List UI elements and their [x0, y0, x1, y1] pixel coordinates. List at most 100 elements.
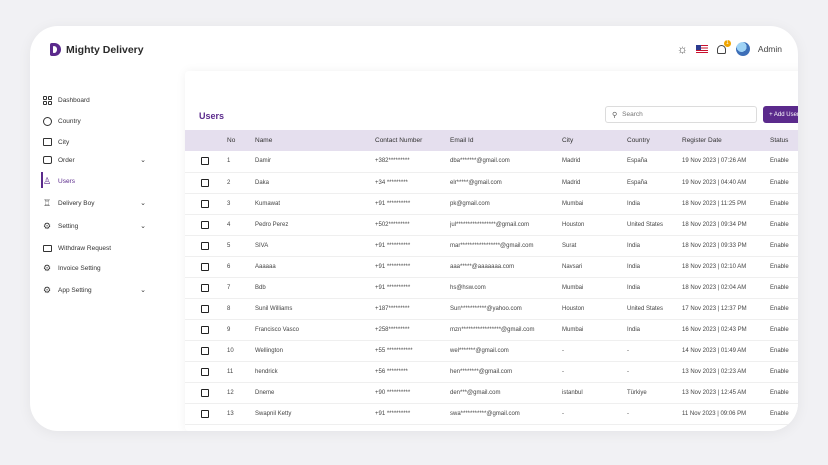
row-checkbox[interactable] [201, 304, 209, 313]
row-checkbox[interactable] [201, 325, 209, 334]
cell-no: 9 [227, 319, 255, 341]
column-header-status[interactable]: Status [770, 130, 798, 151]
cell-status[interactable]: Enable [770, 235, 798, 257]
column-header-city[interactable]: City [562, 130, 627, 151]
cell-email: mar*****************@gmail.com [450, 235, 562, 257]
table-row[interactable]: 1 Damir +382********* dba*******@gmail.com M… [185, 151, 798, 173]
cell-country: España [627, 172, 682, 194]
cell-no: 5 [227, 235, 255, 257]
sidebar-item-setting[interactable]: ⚙ Setting ⌄ [42, 218, 146, 234]
cell-name: Kumawat [255, 193, 375, 215]
row-checkbox[interactable] [201, 220, 209, 229]
column-header-contact[interactable]: Contact Number [375, 130, 450, 151]
table-row[interactable]: 11 hendrick +56 ********* hen********@gmail… [185, 361, 798, 383]
cell-status[interactable]: Enable [770, 151, 798, 173]
table-row[interactable]: 8 Sunil Williams +187********* Sun*********… [185, 298, 798, 320]
column-header-name[interactable]: Name [255, 130, 375, 151]
cell-status[interactable]: Enable [770, 172, 798, 194]
cell-contact: +91 ********** [375, 193, 450, 215]
cell-status[interactable]: Enable [770, 340, 798, 362]
table-row[interactable]: 4 Pedro Perez +502********* jul************… [185, 214, 798, 236]
notification-button[interactable]: 1 [716, 40, 731, 55]
column-header-no[interactable]: No [227, 130, 255, 151]
row-checkbox[interactable] [201, 388, 209, 397]
cell-country: India [627, 319, 682, 341]
sidebar-item-label: City [58, 138, 70, 146]
us-flag-language-icon[interactable] [695, 45, 708, 53]
table-row[interactable]: 9 Francisco Vasco +258********* mzn********… [185, 319, 798, 341]
column-header-register-date[interactable]: Register Date [682, 130, 770, 151]
cell-status[interactable]: Enable [770, 256, 798, 278]
table-row[interactable]: 6 Aaaaaa +91 ********** aaa*****@aaaaaaa.co… [185, 256, 798, 278]
cell-no: 8 [227, 298, 255, 320]
table-row[interactable]: 5 SIVA +91 ********** mar*****************@… [185, 235, 798, 257]
sidebar-item-country[interactable]: Country [42, 113, 146, 129]
cell-status[interactable]: Enable [770, 277, 798, 299]
cell-status[interactable]: Enable [770, 319, 798, 341]
cell-no: 6 [227, 256, 255, 278]
column-header-country[interactable]: Country [627, 130, 682, 151]
add-user-button[interactable]: + Add User [763, 106, 798, 123]
cell-date: 16 Nov 2023 | 02:43 PM [682, 319, 770, 341]
row-checkbox[interactable] [201, 178, 209, 187]
table-row[interactable]: 13 Swapnil Ketty +91 ********** swa********… [185, 403, 798, 425]
cell-date: 18 Nov 2023 | 02:04 AM [682, 277, 770, 299]
sidebar-item-order[interactable]: Order ⌄ [42, 152, 146, 168]
cell-no: 10 [227, 340, 255, 362]
cell-status[interactable]: Enable [770, 298, 798, 320]
cell-name: Francisco Vasco [255, 319, 375, 341]
cell-contact: +91 ********** [375, 256, 450, 278]
row-checkbox-cell [185, 298, 227, 320]
cell-no: 2 [227, 172, 255, 194]
cell-city: istanbul [562, 382, 627, 404]
cell-no: 11 [227, 361, 255, 383]
sidebar-item-dashboard[interactable]: Dashboard [42, 92, 146, 108]
cell-email: hen********@gmail.com [450, 361, 562, 383]
sidebar-item-invoice-setting[interactable]: ⚙ Invoice Setting [42, 260, 146, 276]
sun-theme-toggle-icon[interactable]: ☼ [677, 43, 688, 55]
table-row[interactable]: 2 Daka +34 ********* elr*****@gmail.com Madr… [185, 172, 798, 194]
cell-email: den***@gmail.com [450, 382, 562, 404]
row-checkbox[interactable] [201, 241, 209, 250]
column-header-email[interactable]: Email Id [450, 130, 562, 151]
cell-date: 13 Nov 2023 | 02:23 AM [682, 361, 770, 383]
users-panel: Users ⚲ + Add User No Name Contact Numbe… [185, 71, 798, 431]
table-row[interactable]: 3 Kumawat +91 ********** pk@gmail.com Mumbai… [185, 193, 798, 215]
admin-label[interactable]: Admin [758, 44, 782, 54]
table-row[interactable]: 10 Wellington +55 *********** wel*******@gm… [185, 340, 798, 362]
row-checkbox[interactable] [201, 283, 209, 292]
brand[interactable]: Mighty Delivery [50, 43, 144, 56]
avatar[interactable] [735, 42, 750, 56]
row-checkbox[interactable] [201, 262, 209, 271]
row-checkbox-cell [185, 403, 227, 425]
cell-status[interactable]: Enable [770, 403, 798, 425]
row-checkbox[interactable] [201, 409, 209, 418]
cell-country: United States [627, 298, 682, 320]
table-row[interactable]: 7 Bdb +91 ********** hs@hsw.com Mumbai India 1… [185, 277, 798, 299]
cell-status[interactable]: Enable [770, 382, 798, 404]
sidebar-item-delivery-boy[interactable]: ♖ Delivery Boy ⌄ [42, 195, 146, 211]
row-checkbox[interactable] [201, 157, 209, 166]
cell-country: - [627, 340, 682, 362]
cell-country: India [627, 193, 682, 215]
row-checkbox[interactable] [201, 199, 209, 208]
search-input[interactable] [622, 111, 743, 118]
cell-name: Aaaaaa [255, 256, 375, 278]
table-row[interactable]: 12 Dneme +90 ********** den***@gmail.com ist… [185, 382, 798, 404]
cell-name: Sunil Williams [255, 298, 375, 320]
cell-status[interactable]: Enable [770, 214, 798, 236]
cell-city: Madrid [562, 172, 627, 194]
cell-date: 17 Nov 2023 | 12:37 PM [682, 298, 770, 320]
row-checkbox[interactable] [201, 346, 209, 355]
cell-no: 13 [227, 403, 255, 425]
cell-status[interactable]: Enable [770, 193, 798, 215]
sidebar-item-users[interactable]: ♙ Users [42, 173, 146, 189]
cell-name: Wellington [255, 340, 375, 362]
sidebar-item-withdraw-request[interactable]: Withdraw Request [42, 240, 146, 256]
search-box[interactable]: ⚲ [605, 106, 757, 123]
sidebar-item-city[interactable]: City [42, 134, 146, 150]
cell-status[interactable]: Enable [770, 361, 798, 383]
withdraw-icon [42, 243, 52, 253]
sidebar-item-app-setting[interactable]: ⚙ App Setting ⌄ [42, 282, 146, 298]
row-checkbox[interactable] [201, 367, 209, 376]
